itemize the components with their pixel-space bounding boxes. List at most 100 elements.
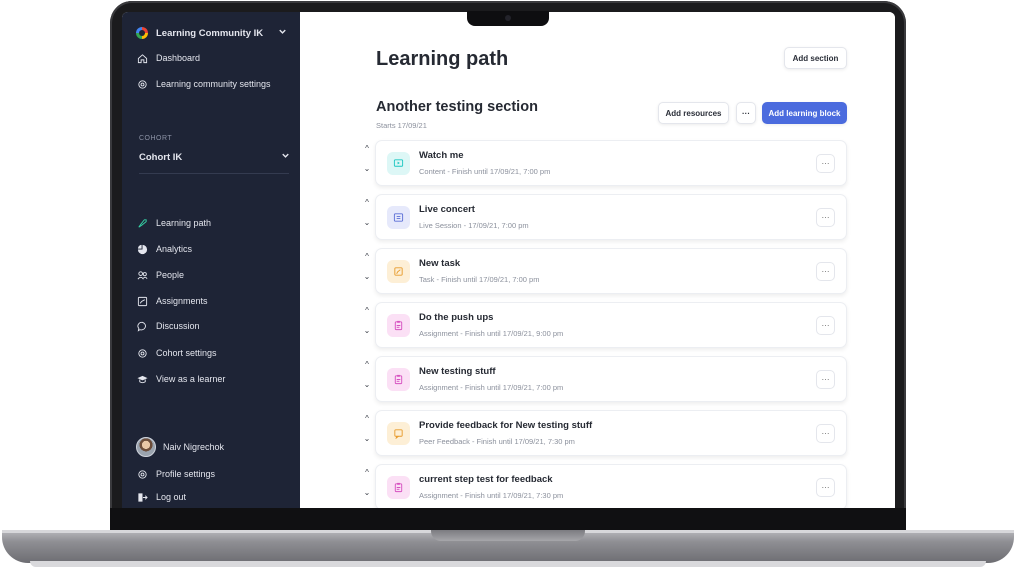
sidebar-item-label: Profile settings	[156, 469, 216, 479]
block-more-button[interactable]: ···	[816, 154, 835, 173]
move-down-icon[interactable]: ⌄	[362, 434, 372, 443]
home-icon	[136, 52, 148, 64]
cohort-label: COHORT	[139, 135, 173, 142]
sidebar-item-label: Assignments	[156, 296, 208, 306]
org-name: Learning Community IK	[156, 27, 264, 39]
sidebar-item-cohort-settings[interactable]: Cohort settings	[136, 347, 217, 359]
block-title: Do the push ups	[419, 312, 494, 323]
block-title: New task	[419, 258, 461, 269]
sidebar-item-view-as-learner[interactable]: View as a learner	[136, 373, 225, 385]
block-more-button[interactable]: ···	[816, 262, 835, 281]
block-meta: Task - Finish until 17/09/21, 7:00 pm	[419, 275, 540, 284]
sidebar-item-assignments[interactable]: Assignments	[136, 295, 208, 307]
sidebar-item-label: Dashboard	[156, 53, 201, 63]
sidebar-item-learning-path[interactable]: Learning path	[136, 217, 211, 229]
logout-icon	[136, 491, 148, 503]
learning-block-card[interactable]: Watch me Content - Finish until 17/09/21,…	[375, 140, 847, 186]
gear-icon	[136, 468, 148, 480]
sidebar-item-label: Log out	[156, 492, 187, 502]
block-meta: Assignment - Finish until 17/09/21, 7:30…	[419, 491, 564, 500]
move-down-icon[interactable]: ⌄	[362, 272, 372, 281]
add-section-button[interactable]: Add section	[784, 47, 847, 69]
learning-block-card[interactable]: New task Task - Finish until 17/09/21, 7:…	[375, 248, 847, 294]
task-icon	[387, 260, 410, 283]
block-more-button[interactable]: ···	[816, 316, 835, 335]
block-meta: Peer Feedback - Finish until 17/09/21, 7…	[419, 437, 575, 446]
org-switcher[interactable]: Learning Community IK	[136, 26, 288, 40]
learning-block-card[interactable]: New testing stuff Assignment - Finish unt…	[375, 356, 847, 402]
block-title: Watch me	[419, 150, 464, 161]
block-title: Live concert	[419, 204, 475, 215]
sidebar-item-label: Learning community settings	[156, 79, 271, 89]
sidebar-item-label: Cohort settings	[156, 348, 217, 358]
sidebar-item-profile-settings[interactable]: Profile settings	[136, 468, 215, 480]
chat-icon	[136, 320, 148, 332]
block-meta: Live Session - 17/09/21, 7:00 pm	[419, 221, 529, 230]
sidebar-item-discussion[interactable]: Discussion	[136, 320, 200, 332]
chevron-down-icon	[277, 26, 288, 40]
move-up-icon[interactable]: ^	[362, 252, 372, 261]
video-icon	[387, 152, 410, 175]
gear-icon	[136, 78, 148, 90]
google-logo-icon	[136, 27, 148, 39]
sidebar-item-community-settings[interactable]: Learning community settings	[136, 78, 271, 90]
sidebar-item-people[interactable]: People	[136, 269, 184, 281]
assignment-icon	[136, 295, 148, 307]
assignment-icon	[387, 314, 410, 337]
move-down-icon[interactable]: ⌄	[362, 326, 372, 335]
move-up-icon[interactable]: ^	[362, 306, 372, 315]
block-more-button[interactable]: ···	[816, 370, 835, 389]
gear-icon	[136, 347, 148, 359]
block-more-button[interactable]: ···	[816, 424, 835, 443]
sidebar-item-analytics[interactable]: Analytics	[136, 243, 192, 255]
assignment-icon	[387, 368, 410, 391]
laptop-bezel-bottom	[110, 508, 906, 530]
chevron-down-icon	[280, 150, 291, 164]
block-more-button[interactable]: ···	[816, 208, 835, 227]
block-title: Provide feedback for New testing stuff	[419, 420, 593, 431]
section-start-date: Starts 17/09/21	[376, 121, 427, 130]
sidebar: Learning Community IK Dashboard Learning…	[122, 12, 300, 508]
move-down-icon[interactable]: ⌄	[362, 380, 372, 389]
sidebar-item-label: People	[156, 270, 185, 280]
learning-block-card[interactable]: Live concert Live Session - 17/09/21, 7:0…	[375, 194, 847, 240]
assignment-icon	[387, 476, 410, 499]
sidebar-divider	[139, 173, 289, 174]
sidebar-item-label: Discussion	[156, 321, 200, 331]
avatar	[136, 437, 156, 457]
cohort-select[interactable]: Cohort IK	[139, 150, 291, 164]
laptop-opening-groove	[431, 530, 585, 541]
move-up-icon[interactable]: ^	[362, 360, 372, 369]
move-down-icon[interactable]: ⌄	[362, 488, 372, 497]
block-meta: Assignment - Finish until 17/09/21, 7:00…	[419, 383, 564, 392]
move-down-icon[interactable]: ⌄	[362, 218, 372, 227]
block-more-button[interactable]: ···	[816, 478, 835, 497]
block-title: current step test for feedback	[419, 474, 553, 485]
pie-chart-icon	[136, 243, 148, 255]
section-more-button[interactable]: ···	[736, 102, 756, 124]
move-up-icon[interactable]: ^	[362, 144, 372, 153]
add-learning-block-button[interactable]: Add learning block	[762, 102, 847, 124]
laptop-screen: Learning Community IK Dashboard Learning…	[122, 12, 895, 508]
move-up-icon[interactable]: ^	[362, 468, 372, 477]
people-icon	[136, 269, 148, 281]
sidebar-item-dashboard[interactable]: Dashboard	[136, 52, 200, 64]
learning-block-card[interactable]: Do the push ups Assignment - Finish until…	[375, 302, 847, 348]
block-meta: Content - Finish until 17/09/21, 7:00 pm	[419, 167, 551, 176]
move-up-icon[interactable]: ^	[362, 198, 372, 207]
add-resources-button[interactable]: Add resources	[658, 102, 729, 124]
feedback-icon	[387, 422, 410, 445]
user-profile[interactable]: Naiv Nigrechok	[136, 437, 224, 457]
sidebar-item-label: View as a learner	[156, 374, 226, 384]
camera-notch	[467, 11, 549, 26]
main-content: Learning path Add section Another testin…	[300, 12, 895, 508]
rocket-icon	[136, 217, 148, 229]
block-meta: Assignment - Finish until 17/09/21, 9:00…	[419, 329, 564, 338]
learning-block-card[interactable]: current step test for feedback Assignment…	[375, 464, 847, 508]
sidebar-item-label: Learning path	[156, 218, 212, 228]
move-up-icon[interactable]: ^	[362, 414, 372, 423]
graduation-cap-icon	[136, 373, 148, 385]
move-down-icon[interactable]: ⌄	[362, 164, 372, 173]
learning-block-card[interactable]: Provide feedback for New testing stuff Pe…	[375, 410, 847, 456]
sidebar-item-logout[interactable]: Log out	[136, 491, 186, 503]
